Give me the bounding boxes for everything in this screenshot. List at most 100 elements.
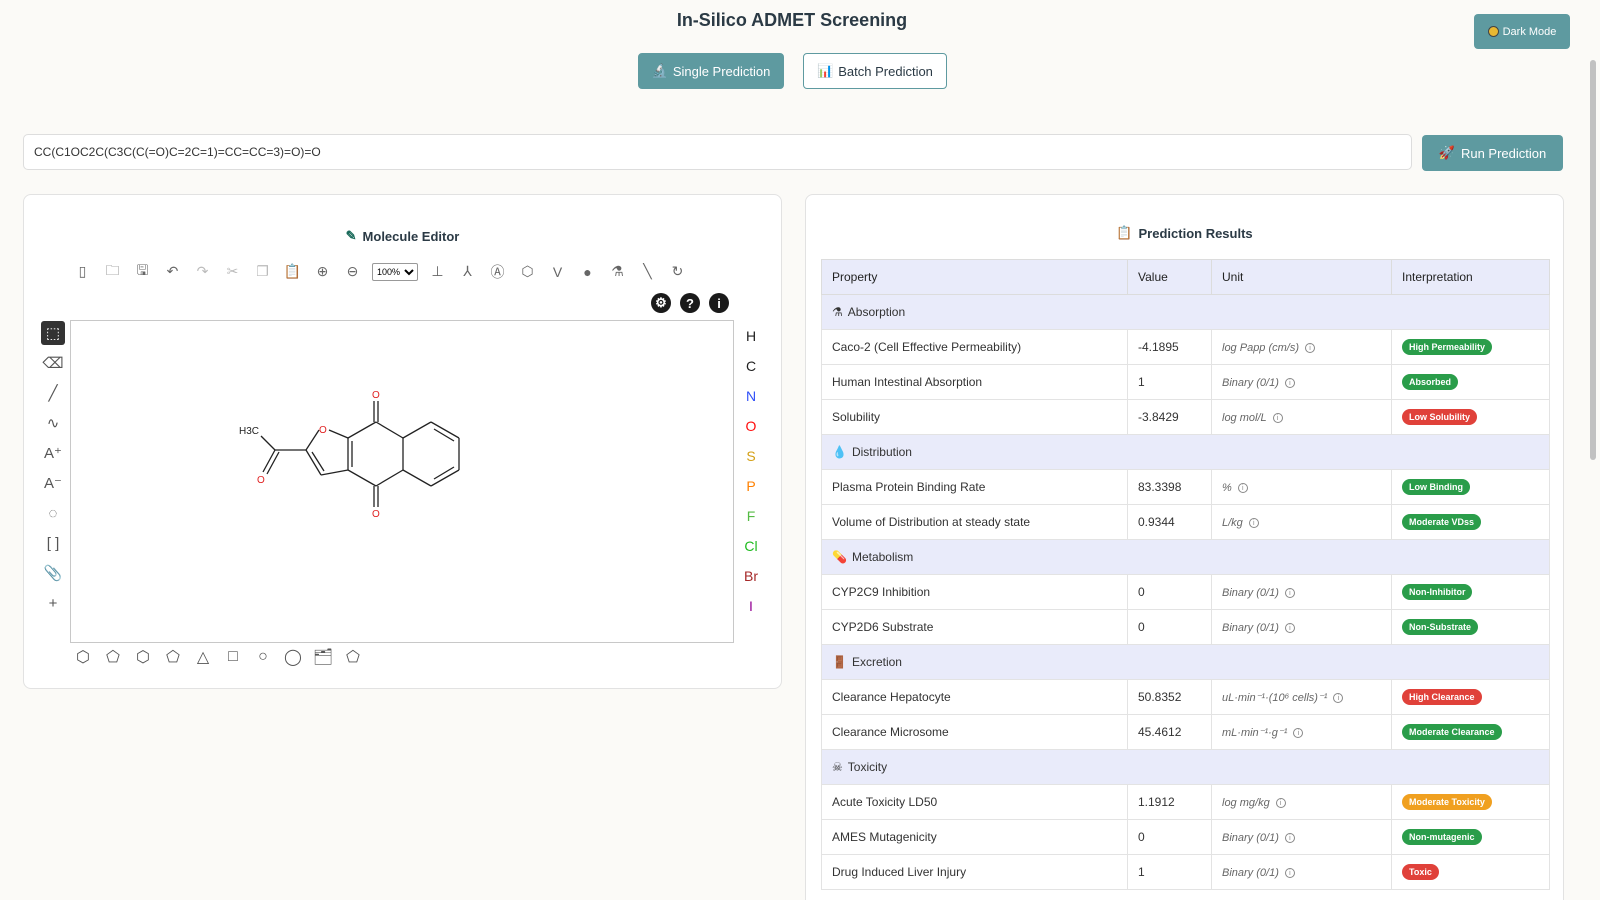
info-circle-icon[interactable]: i [1284, 377, 1295, 388]
category-name: Toxicity [847, 760, 888, 774]
unit-cell: uL·min⁻¹·(10⁶ cells)⁻¹ i [1211, 679, 1392, 715]
atom-button[interactable]: O [740, 411, 762, 441]
single-prediction-button[interactable]: 🔬 Single Prediction [638, 53, 784, 89]
zoom-out-icon[interactable]: ⊖ [342, 261, 363, 282]
table-row: Human Intestinal Absorption 1 Binary (0/1)… [821, 364, 1550, 400]
zoom-select[interactable]: 100% [372, 262, 418, 281]
category-name: Excretion [851, 655, 902, 669]
batch-prediction-button[interactable]: 📊 Batch Prediction [803, 53, 947, 89]
molecule-canvas[interactable]: O O O O H3C [70, 320, 734, 643]
layout-icon[interactable]: ⊥ [427, 261, 448, 282]
single-bond-icon[interactable]: ╱ [41, 381, 65, 405]
property-cell: Clearance Microsome [821, 714, 1128, 750]
undo-icon[interactable]: ↶ [162, 261, 183, 282]
redo-icon[interactable]: ↷ [192, 261, 213, 282]
template-library-icon[interactable]: 🗂 [312, 646, 334, 668]
atom-button[interactable]: P [740, 471, 762, 501]
info-circle-icon[interactable]: i [1248, 517, 1259, 528]
flask-calc-icon[interactable]: ⚗ [607, 261, 628, 282]
value-cell: -3.8429 [1127, 399, 1212, 435]
dearomatize-icon[interactable]: ⬡ [517, 261, 538, 282]
info-circle-icon[interactable]: i [1305, 342, 1316, 353]
clean-icon[interactable]: ⅄ [457, 261, 478, 282]
dark-mode-button[interactable]: Dark Mode [1474, 14, 1570, 49]
plus-icon[interactable]: + [41, 591, 65, 615]
paste-icon[interactable]: 📋 [282, 261, 303, 282]
info-icon[interactable]: i [709, 293, 729, 313]
new-document-icon[interactable]: ▯ [72, 261, 93, 282]
hexagon-icon[interactable]: ⬡ [132, 646, 154, 668]
info-circle-icon[interactable]: i [1293, 727, 1304, 738]
eraser-icon[interactable]: ⌫ [41, 351, 65, 375]
cyclohexane-chair-icon[interactable]: ⬡ [72, 646, 94, 668]
heptagon-icon[interactable]: ○ [252, 646, 274, 668]
custom-template-icon[interactable]: ⬠ [342, 646, 364, 668]
interpretation-cell: Non-Inhibitor [1391, 574, 1550, 610]
triangle-icon[interactable]: △ [192, 646, 214, 668]
info-circle-icon[interactable]: i [1284, 587, 1295, 598]
interpretation-cell: High Permeability [1391, 329, 1550, 365]
select-tool-icon[interactable]: ⬚ [41, 321, 65, 345]
atom-palette: H C N O S P F Cl Br I [740, 321, 762, 621]
property-cell: Solubility [821, 399, 1128, 435]
results-title-text: Prediction Results [1138, 225, 1253, 241]
table-header-row: Property Value Unit Interpretation [821, 259, 1550, 295]
atom-button[interactable]: H [740, 321, 762, 351]
pentagon-icon[interactable]: ⬠ [162, 646, 184, 668]
attachment-icon[interactable]: 📎 [41, 561, 65, 585]
info-circle-icon[interactable]: i [1284, 622, 1295, 633]
table-row: Clearance Microsome 45.4612 mL·min⁻¹·g⁻¹ i M… [821, 714, 1550, 750]
methyl-label: H3C [239, 426, 259, 437]
copy-icon[interactable]: ❐ [252, 261, 273, 282]
stereo-icon[interactable]: V [547, 261, 568, 282]
cut-icon[interactable]: ✂ [222, 261, 243, 282]
table-row: Drug Induced Liver Injury 1 Binary (0/1) i T… [821, 854, 1550, 890]
charge-minus-icon[interactable]: A⁻ [41, 471, 65, 495]
editor-bottom-toolbar: ⬡ ⬠ ⬡ ⬠ △ □ ○ ◯ 🗂 ⬠ [72, 646, 364, 668]
square-icon[interactable]: □ [222, 646, 244, 668]
atom-button[interactable]: N [740, 381, 762, 411]
table-row: AMES Mutagenicity 0 Binary (0/1) i Non-mutag… [821, 819, 1550, 855]
atom-button[interactable]: F [740, 501, 762, 531]
info-circle-icon[interactable]: i [1284, 832, 1295, 843]
property-cell: Clearance Hepatocyte [821, 679, 1128, 715]
info-circle-icon[interactable]: i [1272, 412, 1283, 423]
rotate-3d-icon[interactable]: ↻ [667, 261, 688, 282]
save-icon[interactable]: 🖫 [132, 261, 153, 282]
atom-button[interactable]: C [740, 351, 762, 381]
unit-cell: mL·min⁻¹·g⁻¹ i [1211, 714, 1392, 750]
category-row: 💊 Metabolism [821, 539, 1550, 575]
check-icon[interactable]: ● [577, 261, 598, 282]
category-name: Absorption [847, 305, 906, 319]
cyclopentane-icon[interactable]: ⬠ [102, 646, 124, 668]
help-icon[interactable]: ? [680, 293, 700, 313]
zoom-in-icon[interactable]: ⊕ [312, 261, 333, 282]
info-circle-icon[interactable]: i [1275, 797, 1286, 808]
rotate-icon[interactable]: ◌ [41, 501, 65, 525]
property-cell: Plasma Protein Binding Rate [821, 469, 1128, 505]
open-folder-icon[interactable]: 🗀 [102, 261, 123, 282]
table-row: Volume of Distribution at steady state 0.… [821, 504, 1550, 540]
run-prediction-button[interactable]: 🚀 Run Prediction [1422, 135, 1563, 171]
octagon-icon[interactable]: ◯ [282, 646, 304, 668]
atom-button[interactable]: S [740, 441, 762, 471]
atom-button[interactable]: Br [740, 561, 762, 591]
results-table: Property Value Unit Interpretation ⚗ Abso… [821, 259, 1550, 890]
value-cell: 1 [1127, 364, 1212, 400]
brackets-icon[interactable]: [ ] [41, 531, 65, 555]
chain-icon[interactable]: ∿ [41, 411, 65, 435]
batch-prediction-label: Batch Prediction [838, 63, 933, 79]
page-scrollbar[interactable] [1590, 60, 1596, 460]
atom-button[interactable]: Cl [740, 531, 762, 561]
settings-gear-icon[interactable]: ⚙ [651, 293, 671, 313]
brush-icon[interactable]: ╲ [637, 261, 658, 282]
charge-plus-icon[interactable]: A⁺ [41, 441, 65, 465]
aromatize-icon[interactable]: Ⓐ [487, 261, 508, 282]
category-name: Metabolism [851, 550, 914, 564]
atom-button[interactable]: I [740, 591, 762, 621]
smiles-input[interactable] [23, 134, 1412, 170]
info-circle-icon[interactable]: i [1333, 692, 1344, 703]
property-cell: Human Intestinal Absorption [821, 364, 1128, 400]
info-circle-icon[interactable]: i [1237, 482, 1248, 493]
info-circle-icon[interactable]: i [1284, 867, 1295, 878]
